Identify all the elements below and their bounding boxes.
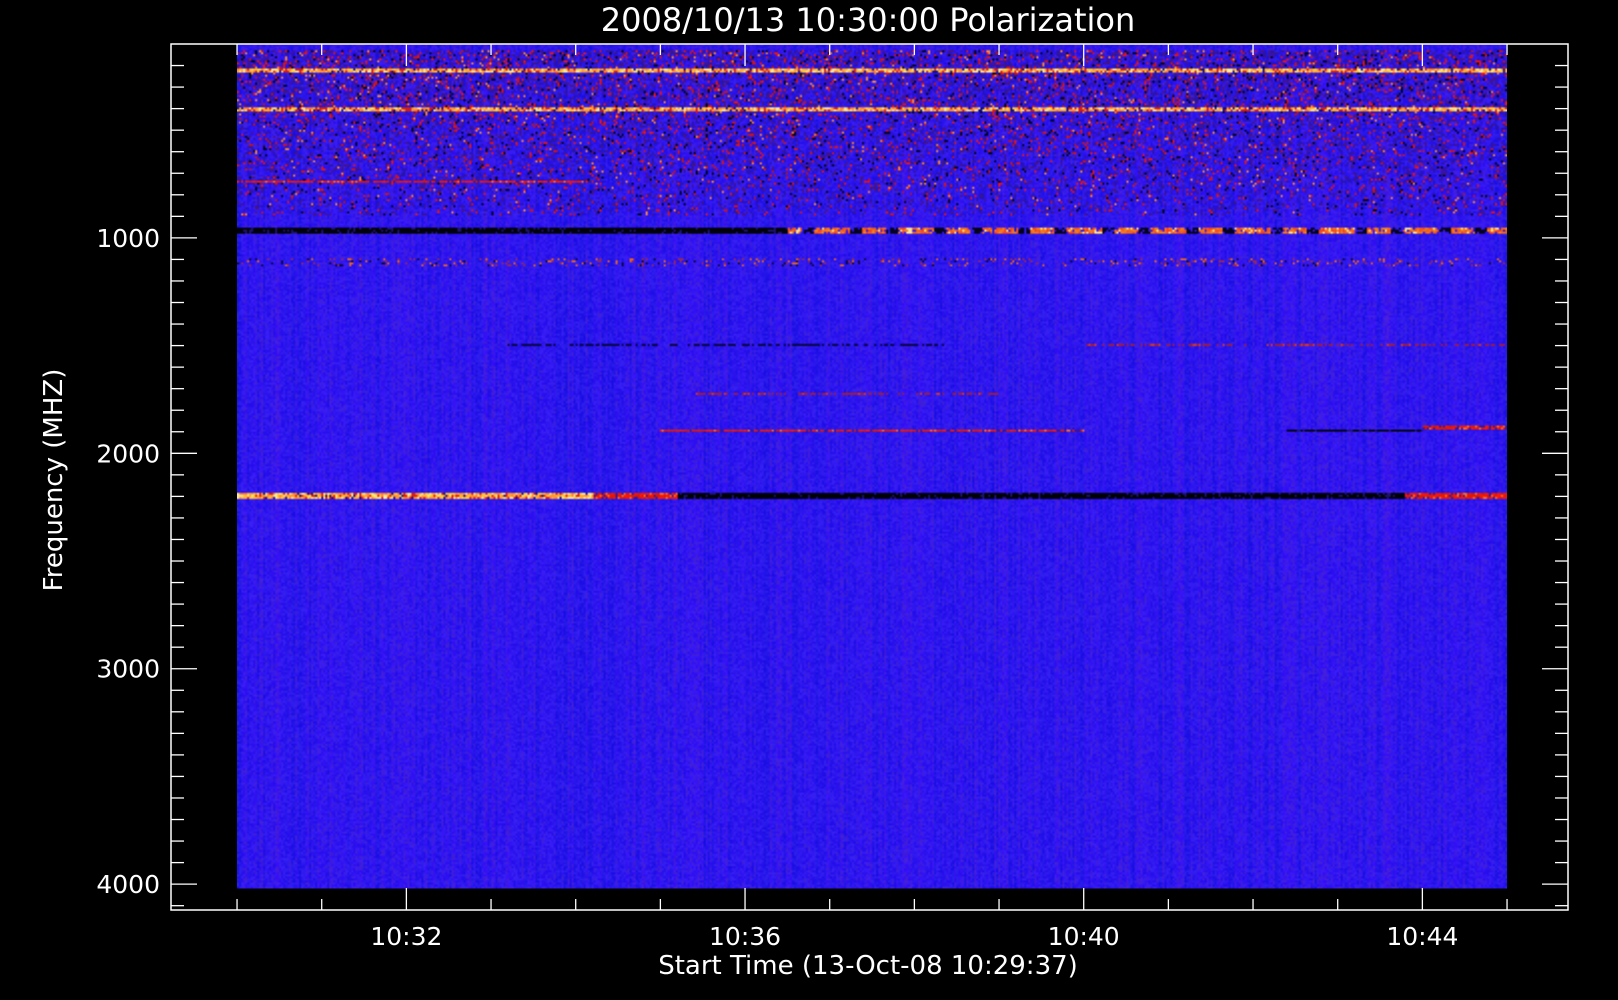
x-tick-label: 10:36 [709, 922, 781, 951]
x-tick-label: 10:44 [1386, 922, 1458, 951]
x-tick-label: 10:40 [1048, 922, 1120, 951]
y-axis-label: Frequency (MHZ) [39, 369, 69, 592]
y-tick-label: 3000 [96, 655, 160, 684]
chart-title: 2008/10/13 10:30:00 Polarization [601, 1, 1135, 39]
y-tick-label: 4000 [96, 870, 160, 899]
y-tick-label: 2000 [96, 439, 160, 468]
x-tick-label: 10:32 [370, 922, 442, 951]
x-axis-label: Start Time (13-Oct-08 10:29:37) [658, 951, 1078, 981]
heatmap-image [237, 44, 1507, 889]
y-tick-label: 1000 [96, 224, 160, 253]
spectrogram-chart: 2008/10/13 10:30:00 Polarization 10:32 10… [0, 0, 1618, 1000]
